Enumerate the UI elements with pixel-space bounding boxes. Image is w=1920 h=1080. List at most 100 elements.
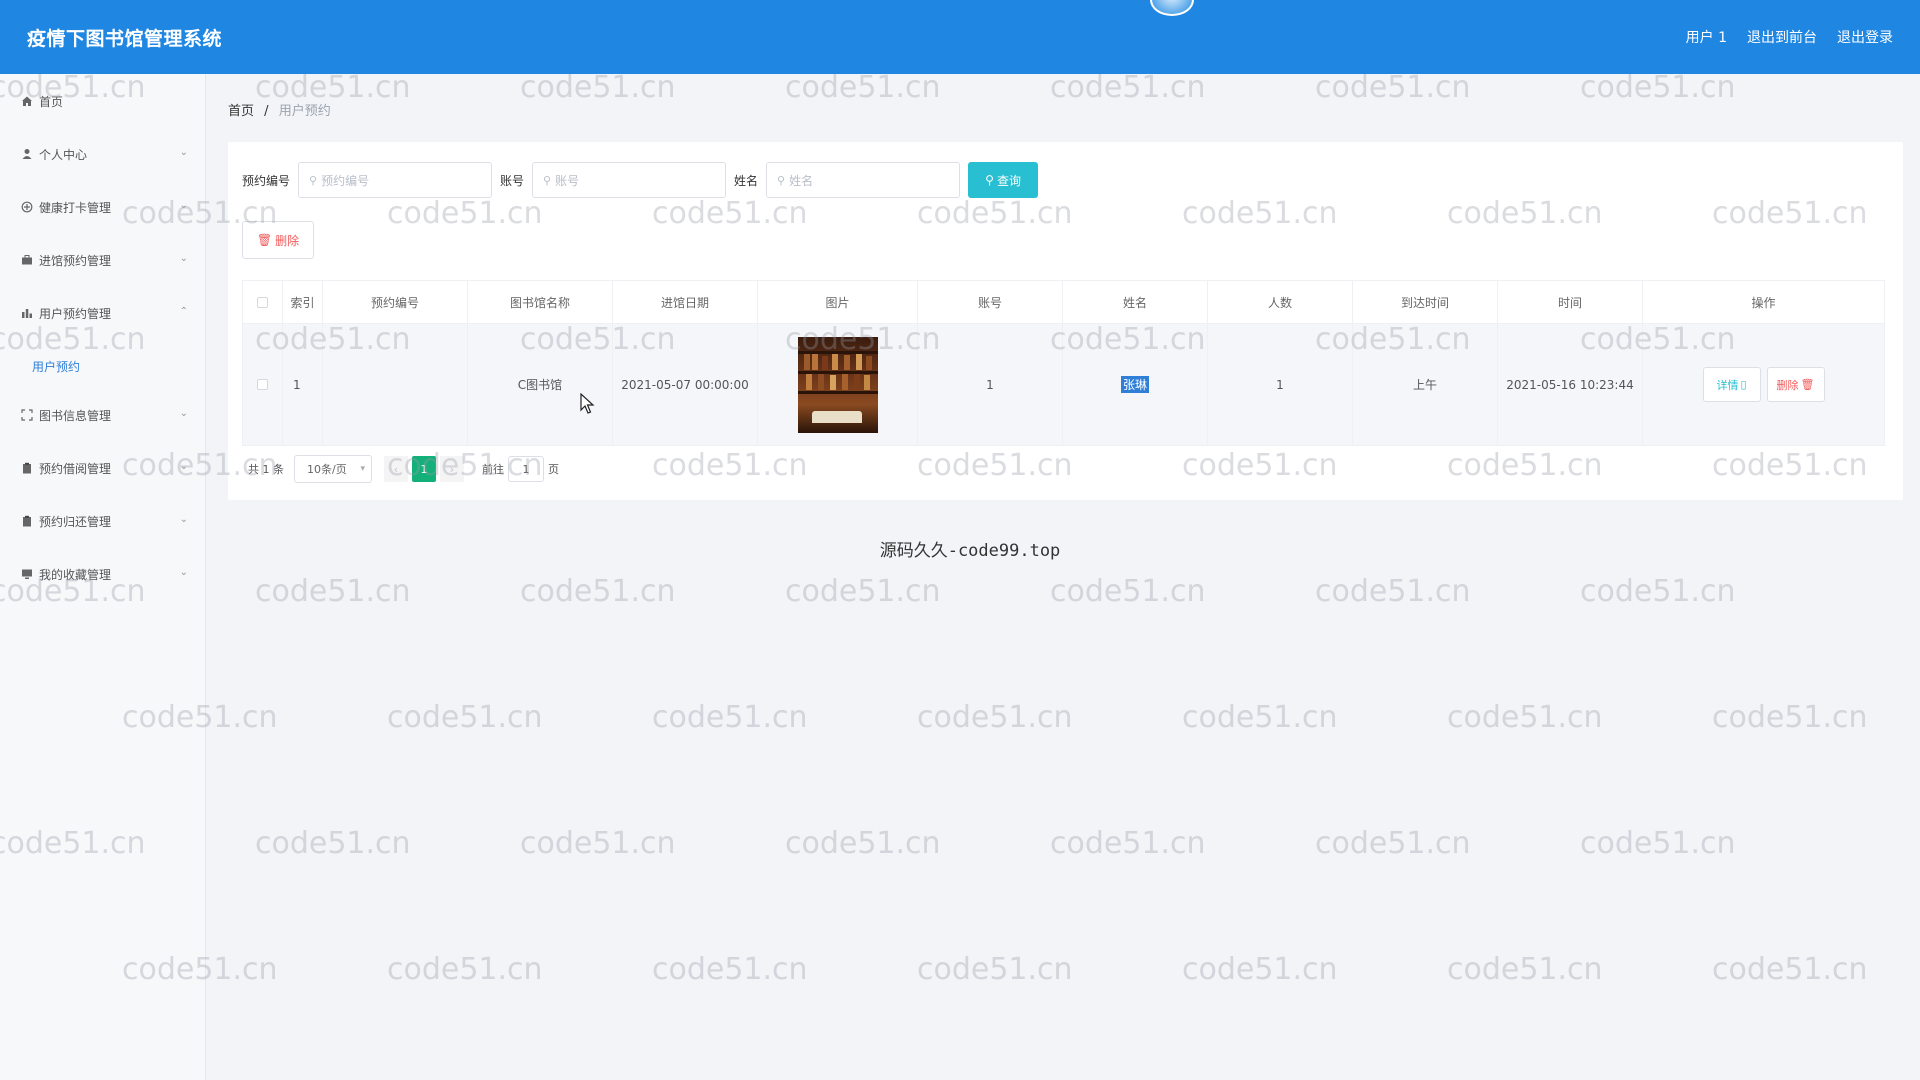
page-suffix: 页 [548,463,559,476]
name-input[interactable]: ⚲ 姓名 [766,162,961,198]
bar-chart-icon [20,307,33,320]
watermark-text: code51.cn [1050,574,1206,609]
watermark-text: code51.cn [652,952,808,987]
trash-icon: 🗑 [256,233,273,247]
header-account: 账号 [918,281,1063,323]
row-reservation-no [323,324,468,445]
content-panel: 预约编号 ⚲ 预约编号 账号 ⚲ 账号 姓名 ⚲ 姓名 ⚲ 查询 🗑 删除 索引… [228,142,1903,500]
watermark-text: code51.cn [1050,826,1206,861]
table-header: 索引 预约编号 图书馆名称 进馆日期 图片 账号 姓名 人数 到达时间 时间 操… [243,281,1884,324]
reservation-no-placeholder: 预约编号 [321,173,370,188]
top-header: 疫情下图书馆管理系统 用户 1 退出到前台 退出登录 [0,0,1920,74]
page-number-current[interactable]: 1 [412,456,436,482]
header-time: 时间 [1498,281,1643,323]
trash-icon: 🗑 [1800,378,1815,391]
sidebar-item-health-checkin[interactable]: 健康打卡管理 ⌄ [0,192,206,222]
monitor-icon [20,568,33,581]
watermark-text: code51.cn [1580,70,1736,105]
table-row: 1 C图书馆 2021-05-07 00:00:00 1 张琳 1 上午 202… [243,324,1884,445]
row-index: 1 [283,324,323,445]
reservation-no-input[interactable]: ⚲ 预约编号 [298,162,493,198]
watermark-text: code51.cn [785,826,941,861]
next-page-button[interactable]: › [440,456,464,482]
watermark-text: code51.cn [1580,574,1736,609]
sidebar-item-user-reservation[interactable]: 用户预约管理 ⌃ [0,298,206,328]
watermark-text: code51.cn [255,826,411,861]
sidebar-item-label: 个人中心 [39,147,88,162]
goto-label: 前往 [482,463,504,476]
watermark-text: code51.cn [1712,700,1868,735]
watermark-text: code51.cn [1182,952,1338,987]
breadcrumb-separator: / [264,104,269,119]
current-user-link[interactable]: 用户 1 [1686,27,1727,47]
row-account: 1 [918,324,1063,445]
sidebar-item-label: 图书信息管理 [39,408,112,423]
select-all-checkbox[interactable] [257,296,268,308]
sidebar-subitem-user-reservation[interactable]: 用户预约 [32,358,80,375]
sidebar-item-book-info[interactable]: 图书信息管理 ⌄ [0,400,206,430]
watermark-text: code51.cn [520,826,676,861]
select-all-cell [243,281,283,323]
sidebar-item-home[interactable]: 首页 [0,86,206,116]
page-size-select[interactable]: 10条/页 ▾ [294,455,372,483]
name-placeholder: 姓名 [789,173,814,188]
page-size-value: 10条/页 [307,463,347,476]
sidebar-item-borrow-reservation[interactable]: 预约借阅管理 ⌄ [0,453,206,483]
watermark-text: code51.cn [1712,952,1868,987]
detail-button[interactable]: 详情 ▯ [1702,367,1761,402]
sidebar-item-entry-reservation[interactable]: 进馆预约管理 ⌄ [0,245,206,275]
footer-source-text: 源码久久-code99.top [879,541,1061,561]
watermark-text: code51.cn [1580,826,1736,861]
chevron-down-icon: ⌄ [179,408,188,419]
header-image: 图片 [758,281,918,323]
row-actions: 详情 ▯ 删除 🗑 [1643,324,1884,445]
clipboard-icon [20,462,33,475]
row-delete-label: 删除 [1776,378,1799,392]
sidebar-item-label: 预约借阅管理 [39,461,112,476]
query-button[interactable]: ⚲ 查询 [968,162,1039,198]
row-people: 1 [1208,324,1353,445]
header-people: 人数 [1208,281,1353,323]
header-library-name: 图书馆名称 [468,281,613,323]
account-input[interactable]: ⚲ 账号 [532,162,727,198]
watermark-text: code51.cn [1050,70,1206,105]
row-delete-button[interactable]: 删除 🗑 [1766,367,1825,402]
sidebar-item-my-favorites[interactable]: 我的收藏管理 ⌄ [0,559,206,589]
chevron-down-icon: ⌄ [179,514,188,525]
app-title: 疫情下图书馆管理系统 [27,27,223,50]
sidebar-item-personal-center[interactable]: 个人中心 ⌄ [0,139,206,169]
row-image-cell [758,324,918,445]
sidebar-item-return-reservation[interactable]: 预约归还管理 ⌄ [0,506,206,536]
watermark-text: code51.cn [1447,952,1603,987]
watermark-text: code51.cn [520,574,676,609]
prev-page-button[interactable]: ‹ [384,456,408,482]
sidebar-item-label: 用户预约管理 [39,306,112,321]
goto-page-input[interactable]: 1 [508,456,544,482]
chevron-down-icon: ⌄ [179,253,188,264]
header-arrival: 到达时间 [1353,281,1498,323]
row-library-name: C图书馆 [468,324,613,445]
document-icon: ▯ [1740,378,1747,391]
row-checkbox[interactable] [257,379,268,390]
chevron-down-icon: ⌄ [179,200,188,211]
watermark-text: code51.cn [917,952,1073,987]
watermark-text: code51.cn [652,700,808,735]
account-label: 账号 [500,173,525,188]
watermark-text: code51.cn [785,574,941,609]
breadcrumb-home[interactable]: 首页 [228,104,254,119]
breadcrumb: 首页 / 用户预约 [228,100,331,119]
header-name: 姓名 [1063,281,1208,323]
back-to-front-link[interactable]: 退出到前台 [1747,27,1817,47]
library-bookshelf-image[interactable] [797,336,878,433]
search-icon: ⚲ [985,173,994,187]
sidebar-item-label: 我的收藏管理 [39,567,112,582]
sidebar-item-label: 进馆预约管理 [39,253,112,268]
search-bar: 预约编号 ⚲ 预约编号 账号 ⚲ 账号 姓名 ⚲ 姓名 ⚲ 查询 [242,162,1039,198]
row-time: 2021-05-16 10:23:44 [1498,324,1643,445]
batch-delete-button[interactable]: 🗑 删除 [242,221,314,259]
watermark-text: code51.cn [1182,700,1338,735]
logout-link[interactable]: 退出登录 [1837,27,1893,47]
row-name-cell: 张琳 [1063,324,1208,445]
sidebar-item-label: 预约归还管理 [39,514,112,529]
clipboard-icon [20,515,33,528]
